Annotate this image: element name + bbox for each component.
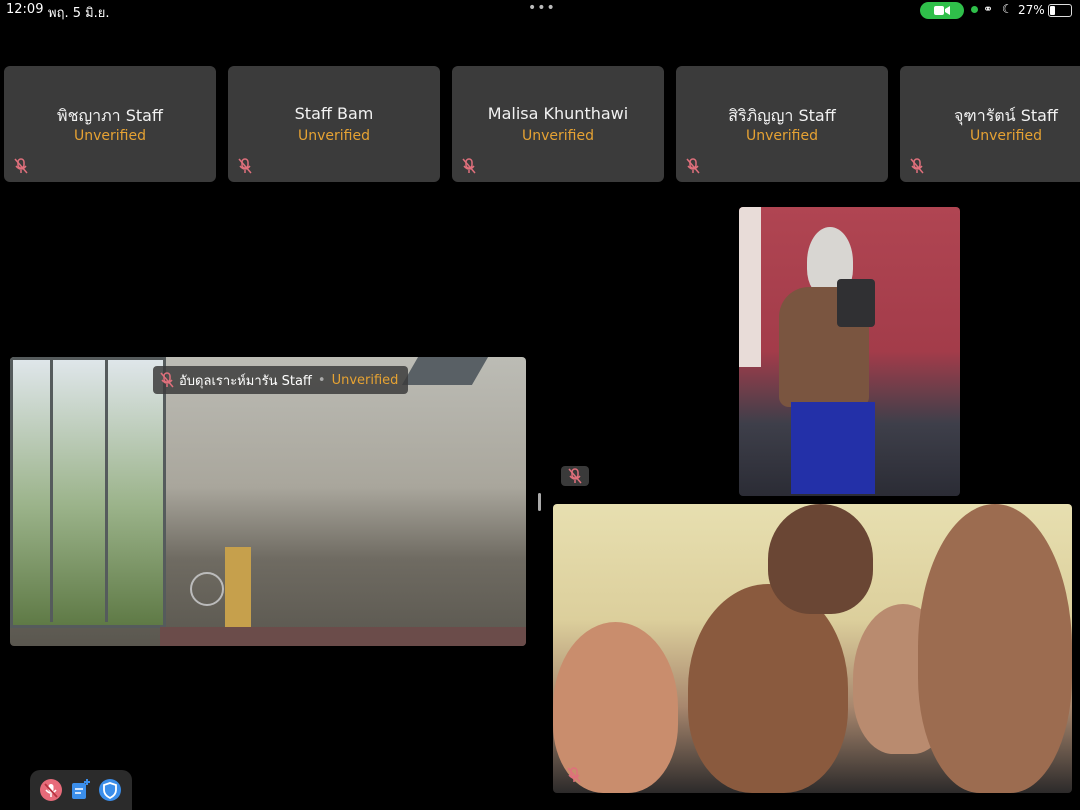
mic-active-dot-icon (971, 6, 978, 13)
shelf (225, 547, 251, 637)
participant-name: สิริภิญญา Staff (728, 106, 836, 125)
battery-icon (1048, 4, 1072, 17)
window-frame (50, 357, 53, 622)
mic-muted-icon (568, 468, 582, 484)
blue-shorts (791, 402, 875, 494)
participant-tile[interactable]: สิริภิญญา Staff Unverified (676, 66, 888, 182)
participant-tile[interactable]: จุฑารัตน์ Staff Unverified (900, 66, 1080, 182)
participant-name: Malisa Khunthawi (487, 104, 629, 123)
speaker-status: Unverified (331, 372, 399, 388)
mic-muted-icon[interactable] (40, 779, 62, 801)
wall-stripe (739, 207, 761, 367)
mic-muted-icon (686, 158, 700, 174)
shield-icon[interactable] (99, 779, 121, 801)
person (688, 584, 848, 793)
participant-name: พิชญาภา Staff (57, 106, 163, 125)
participant-tile[interactable]: Staff Bam Unverified (228, 66, 440, 182)
participant-name: Staff Bam (294, 104, 374, 123)
participant-status: Unverified (970, 128, 1042, 144)
status-time: 12:09 (6, 2, 44, 17)
muted-indicator (561, 466, 589, 486)
mic-muted-icon (567, 767, 581, 783)
fan (190, 572, 224, 606)
link-icon: ⚭ (983, 2, 994, 16)
participant-tile[interactable]: Malisa Khunthawi Unverified (452, 66, 664, 182)
floor-items (160, 627, 526, 646)
camera-in-use-icon (920, 2, 964, 19)
moon-icon: ☾ (1002, 2, 1013, 16)
mic-muted-icon (14, 158, 28, 174)
mic-muted-icon (462, 158, 476, 174)
battery-percent: 27% (1018, 3, 1045, 17)
self-view-video[interactable] (553, 504, 1072, 793)
ceiling-light (401, 357, 489, 385)
mic-muted-icon (238, 158, 252, 174)
window (10, 357, 166, 628)
status-date: พฤ. 5 มิ.ย. (48, 6, 110, 21)
participant-tile[interactable]: พิชญาภา Staff Unverified (4, 66, 216, 182)
participant-status: Unverified (74, 128, 146, 144)
speaker-name-label: อับดุลเราะห์มารัน Staff • Unverified (153, 366, 409, 394)
speaker-name: อับดุลเราะห์มารัน Staff (179, 373, 312, 389)
active-speaker-video[interactable] (10, 357, 526, 646)
edit-note-icon[interactable] (70, 779, 92, 801)
mic-muted-icon (910, 158, 924, 174)
participant-status: Unverified (298, 128, 370, 144)
meeting-toolbar (30, 770, 132, 810)
participant-name: จุฑารัตน์ Staff (954, 106, 1058, 125)
person (918, 504, 1072, 793)
multitask-dots[interactable]: ••• (528, 0, 556, 16)
status-bar: 12:09 พฤ. 5 มิ.ย. ••• ⚭ ☾ 27% (0, 0, 1080, 22)
separator-dot: • (317, 372, 326, 388)
person (768, 504, 873, 614)
phone (837, 279, 875, 327)
participant-video[interactable] (739, 207, 960, 496)
split-divider-handle[interactable] (538, 493, 541, 511)
participant-status: Unverified (522, 128, 594, 144)
window-frame (105, 357, 108, 622)
participant-status: Unverified (746, 128, 818, 144)
mic-muted-icon (160, 372, 174, 388)
